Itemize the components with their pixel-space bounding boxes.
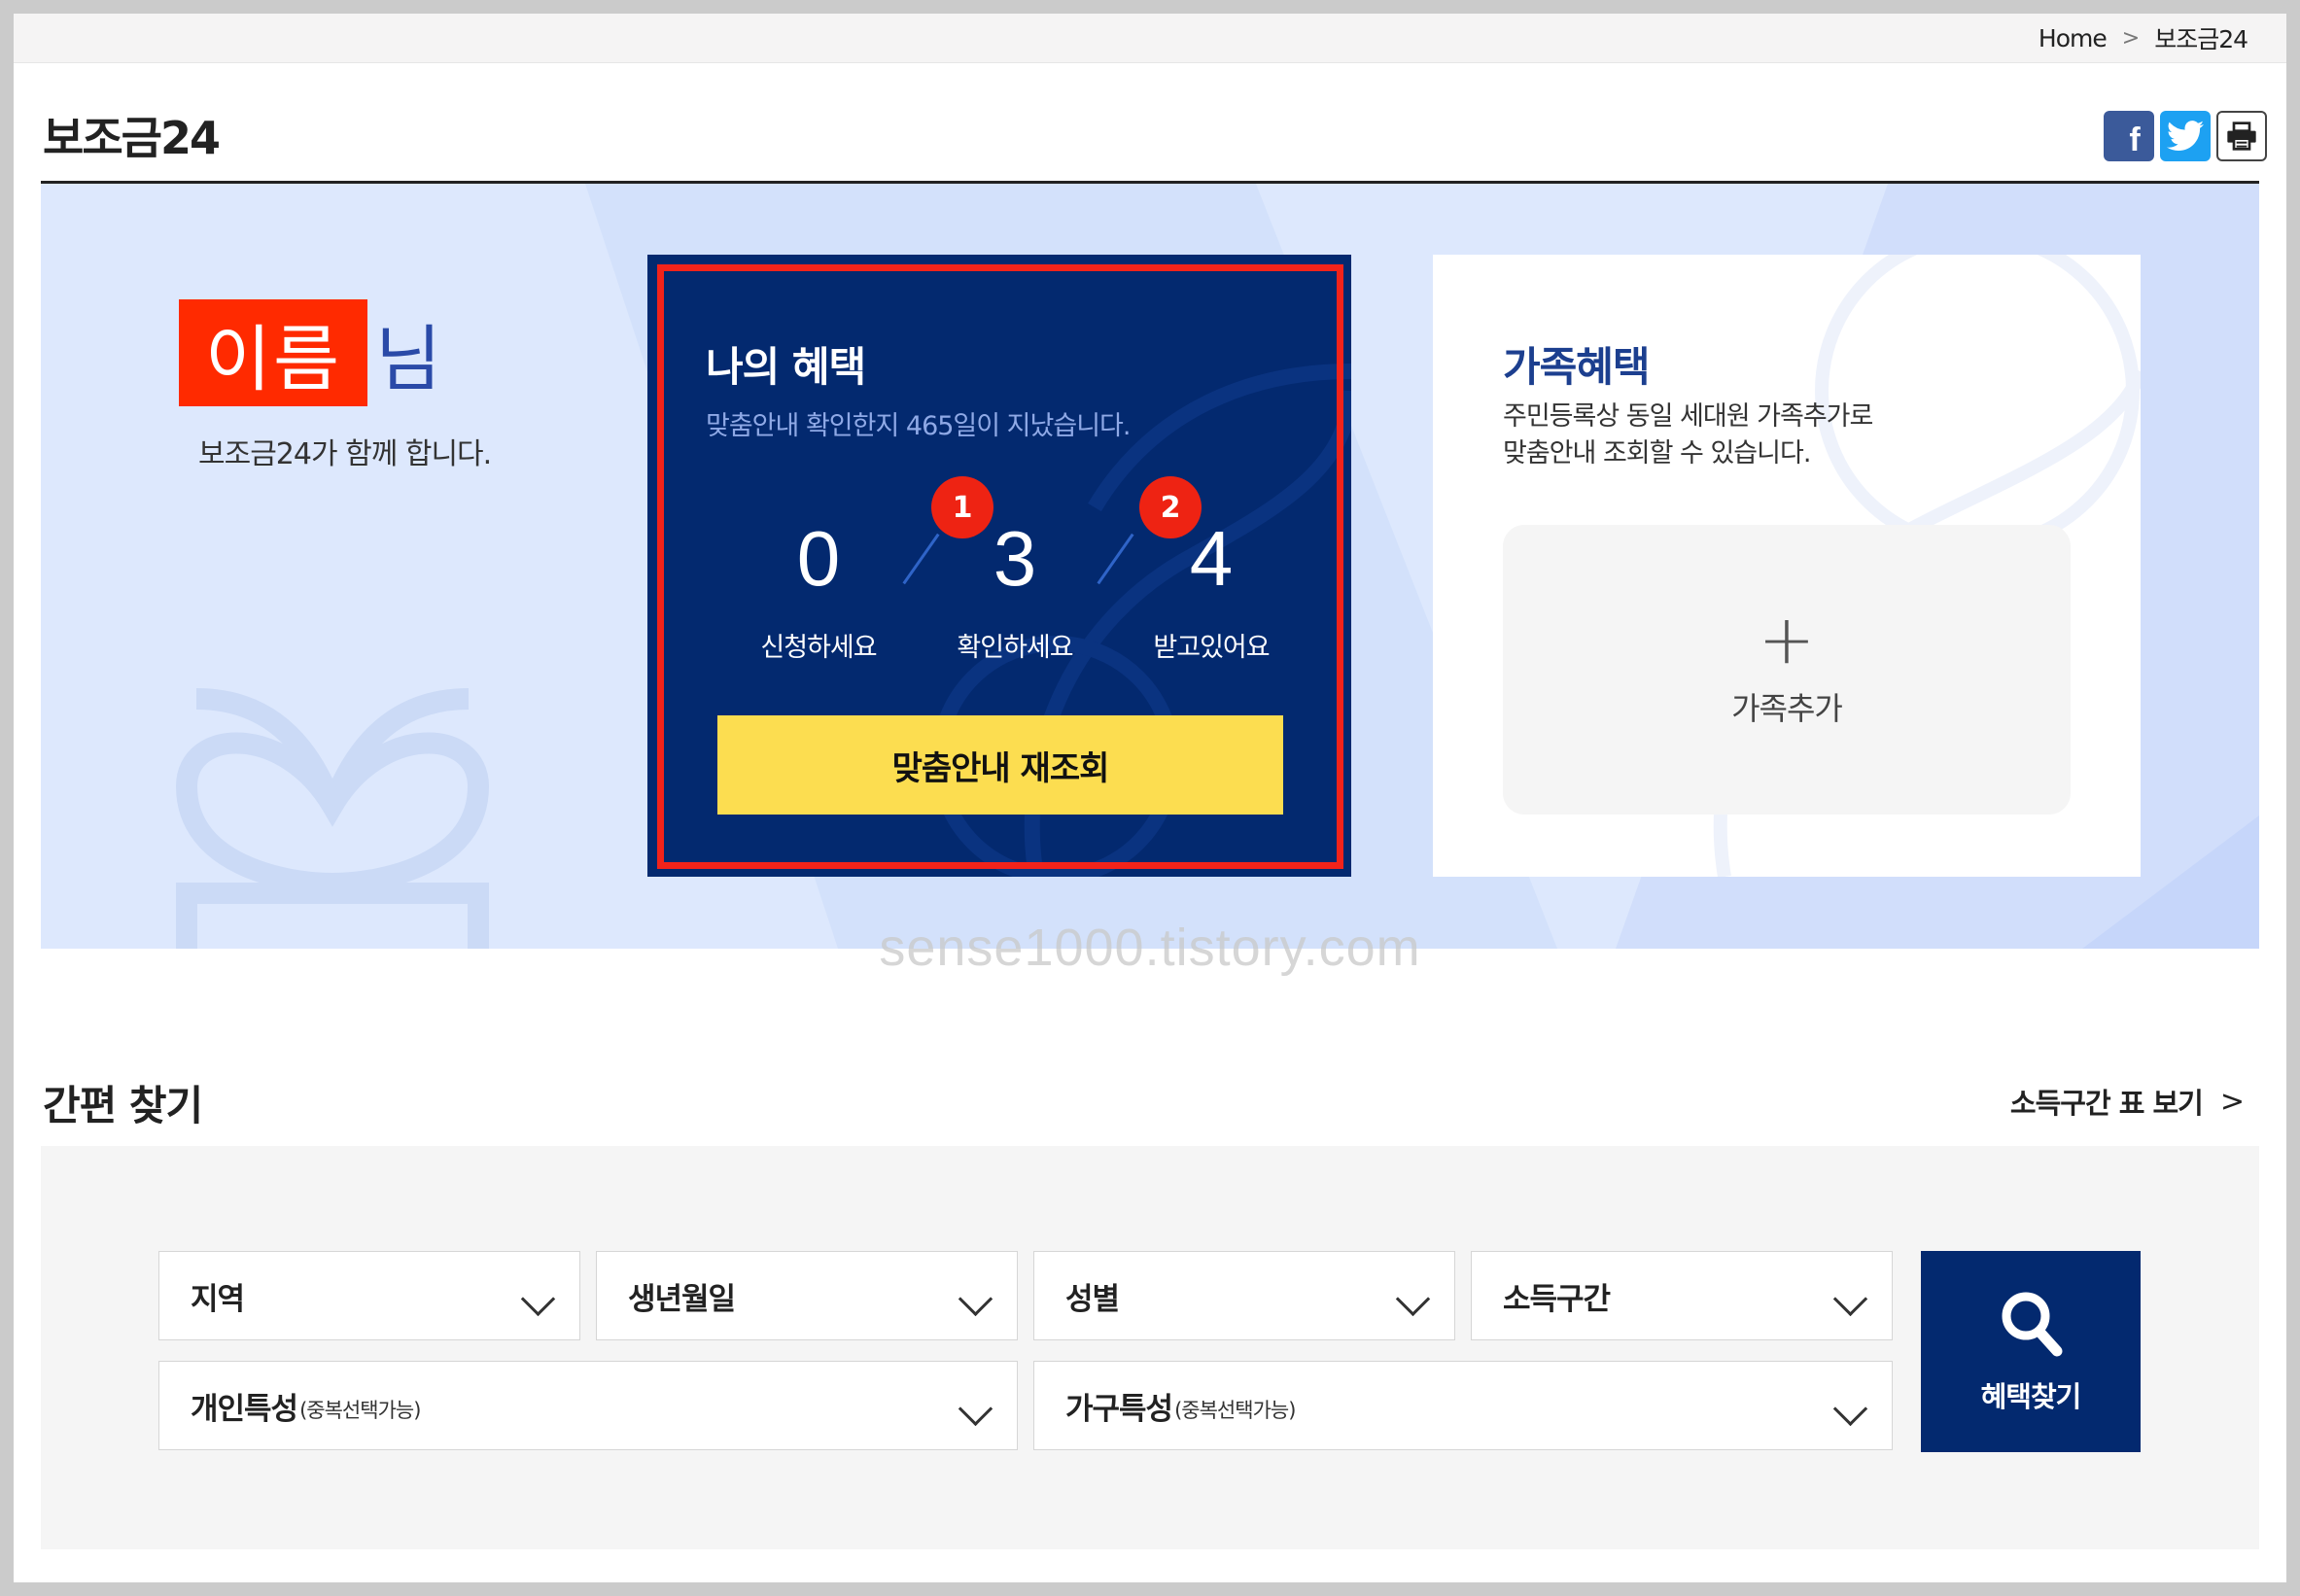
family-desc-line-2: 맞춤안내 조회할 수 있습니다. [1503,438,1811,468]
birthdate-select-label: 생년월일 [628,1281,736,1317]
breadcrumb: Home > 보조금24 [2039,14,2248,62]
page: Home > 보조금24 보조금24 f 이름 님 보조금24가 함께 합니다.… [14,14,2286,1582]
chevron-down-icon [958,1391,993,1427]
print-button[interactable] [2216,111,2267,161]
share-buttons: f [2104,111,2267,161]
stat-apply-value: 0 [796,515,841,602]
stat-check[interactable]: 3 확인하세요 [918,515,1112,664]
household-traits-select[interactable]: 가구특성 (중복선택가능) [1033,1361,1893,1450]
recheck-guide-button[interactable]: 맞춤안내 재조회 [717,715,1283,815]
annotation-badge-2: 2 [1139,476,1202,538]
add-family-label: 가족추가 [1731,690,1843,727]
gender-select[interactable]: 성별 [1033,1251,1455,1340]
chevron-down-icon [1395,1281,1431,1317]
personal-traits-label: 개인특성 [191,1391,298,1427]
benefit-search-button[interactable]: 혜택찾기 [1921,1251,2141,1452]
twitter-share-button[interactable] [2160,111,2211,161]
multi-select-note: (중복선택가능) [1174,1399,1296,1422]
search-icon [2002,1292,2063,1356]
stat-apply[interactable]: 0 신청하세요 [721,515,916,664]
family-benefits-title: 가족혜택 [1503,343,1651,391]
breadcrumb-current[interactable]: 보조금24 [2154,20,2248,55]
user-name-suffix: 님 [375,317,442,401]
stat-receiving-label: 받고있어요 [1153,633,1270,663]
multi-select-note: (중복선택가능) [299,1399,421,1422]
stat-receiving-value: 4 [1189,515,1234,602]
income-table-link-label: 소득구간 표 보기 [2009,1087,2204,1120]
plus-icon: + [1758,600,1816,679]
facebook-share-button[interactable]: f [2104,111,2154,161]
stat-receiving[interactable]: 4 받고있어요 [1114,515,1308,664]
quick-search-title: 간편 찾기 [43,1082,203,1129]
page-title: 보조금24 [43,112,221,164]
income-table-link[interactable]: 소득구간 표 보기 > [2009,1081,2245,1122]
family-benefits-description: 주민등록상 동일 세대원 가족추가로 맞춤안내 조회할 수 있습니다. [1503,399,1873,472]
region-select-label: 지역 [191,1281,245,1317]
printer-icon [2227,121,2256,151]
annotation-badge-1: 1 [931,476,993,538]
top-bar: Home > 보조금24 [14,14,2286,63]
birthdate-select[interactable]: 생년월일 [596,1251,1018,1340]
gender-select-label: 성별 [1065,1281,1120,1317]
income-select-label: 소득구간 [1503,1281,1611,1317]
twitter-icon [2167,121,2204,152]
stat-check-label: 확인하세요 [957,633,1073,663]
family-desc-line-1: 주민등록상 동일 세대원 가족추가로 [1503,401,1873,432]
household-traits-label: 가구특성 [1065,1391,1173,1427]
greeting-subtitle: 보조금24가 함께 합니다. [198,437,492,471]
breadcrumb-home-link[interactable]: Home [2039,24,2108,52]
personal-traits-select[interactable]: 개인특성 (중복선택가능) [158,1361,1018,1450]
region-select[interactable]: 지역 [158,1251,580,1340]
chevron-down-icon [520,1281,556,1317]
stat-apply-label: 신청하세요 [760,633,877,663]
chevron-down-icon [1832,1391,1868,1427]
benefit-search-label: 혜택찾기 [1980,1379,2082,1413]
chevron-down-icon [1832,1281,1868,1317]
chevron-down-icon [958,1281,993,1317]
my-benefits-subtitle: 맞춤안내 확인한지 465일이 지났습니다. [706,411,1131,441]
chevron-right-icon: > [2219,1084,2245,1119]
my-benefits-title: 나의 혜택 [706,343,866,391]
income-select[interactable]: 소득구간 [1471,1251,1893,1340]
add-family-button[interactable]: + 가족추가 [1503,525,2071,815]
facebook-icon: f [2129,121,2141,158]
user-name: 이름 [179,299,367,406]
breadcrumb-chevron-icon: > [2121,25,2140,51]
watermark: sense1000.tistory.com [879,919,1421,977]
